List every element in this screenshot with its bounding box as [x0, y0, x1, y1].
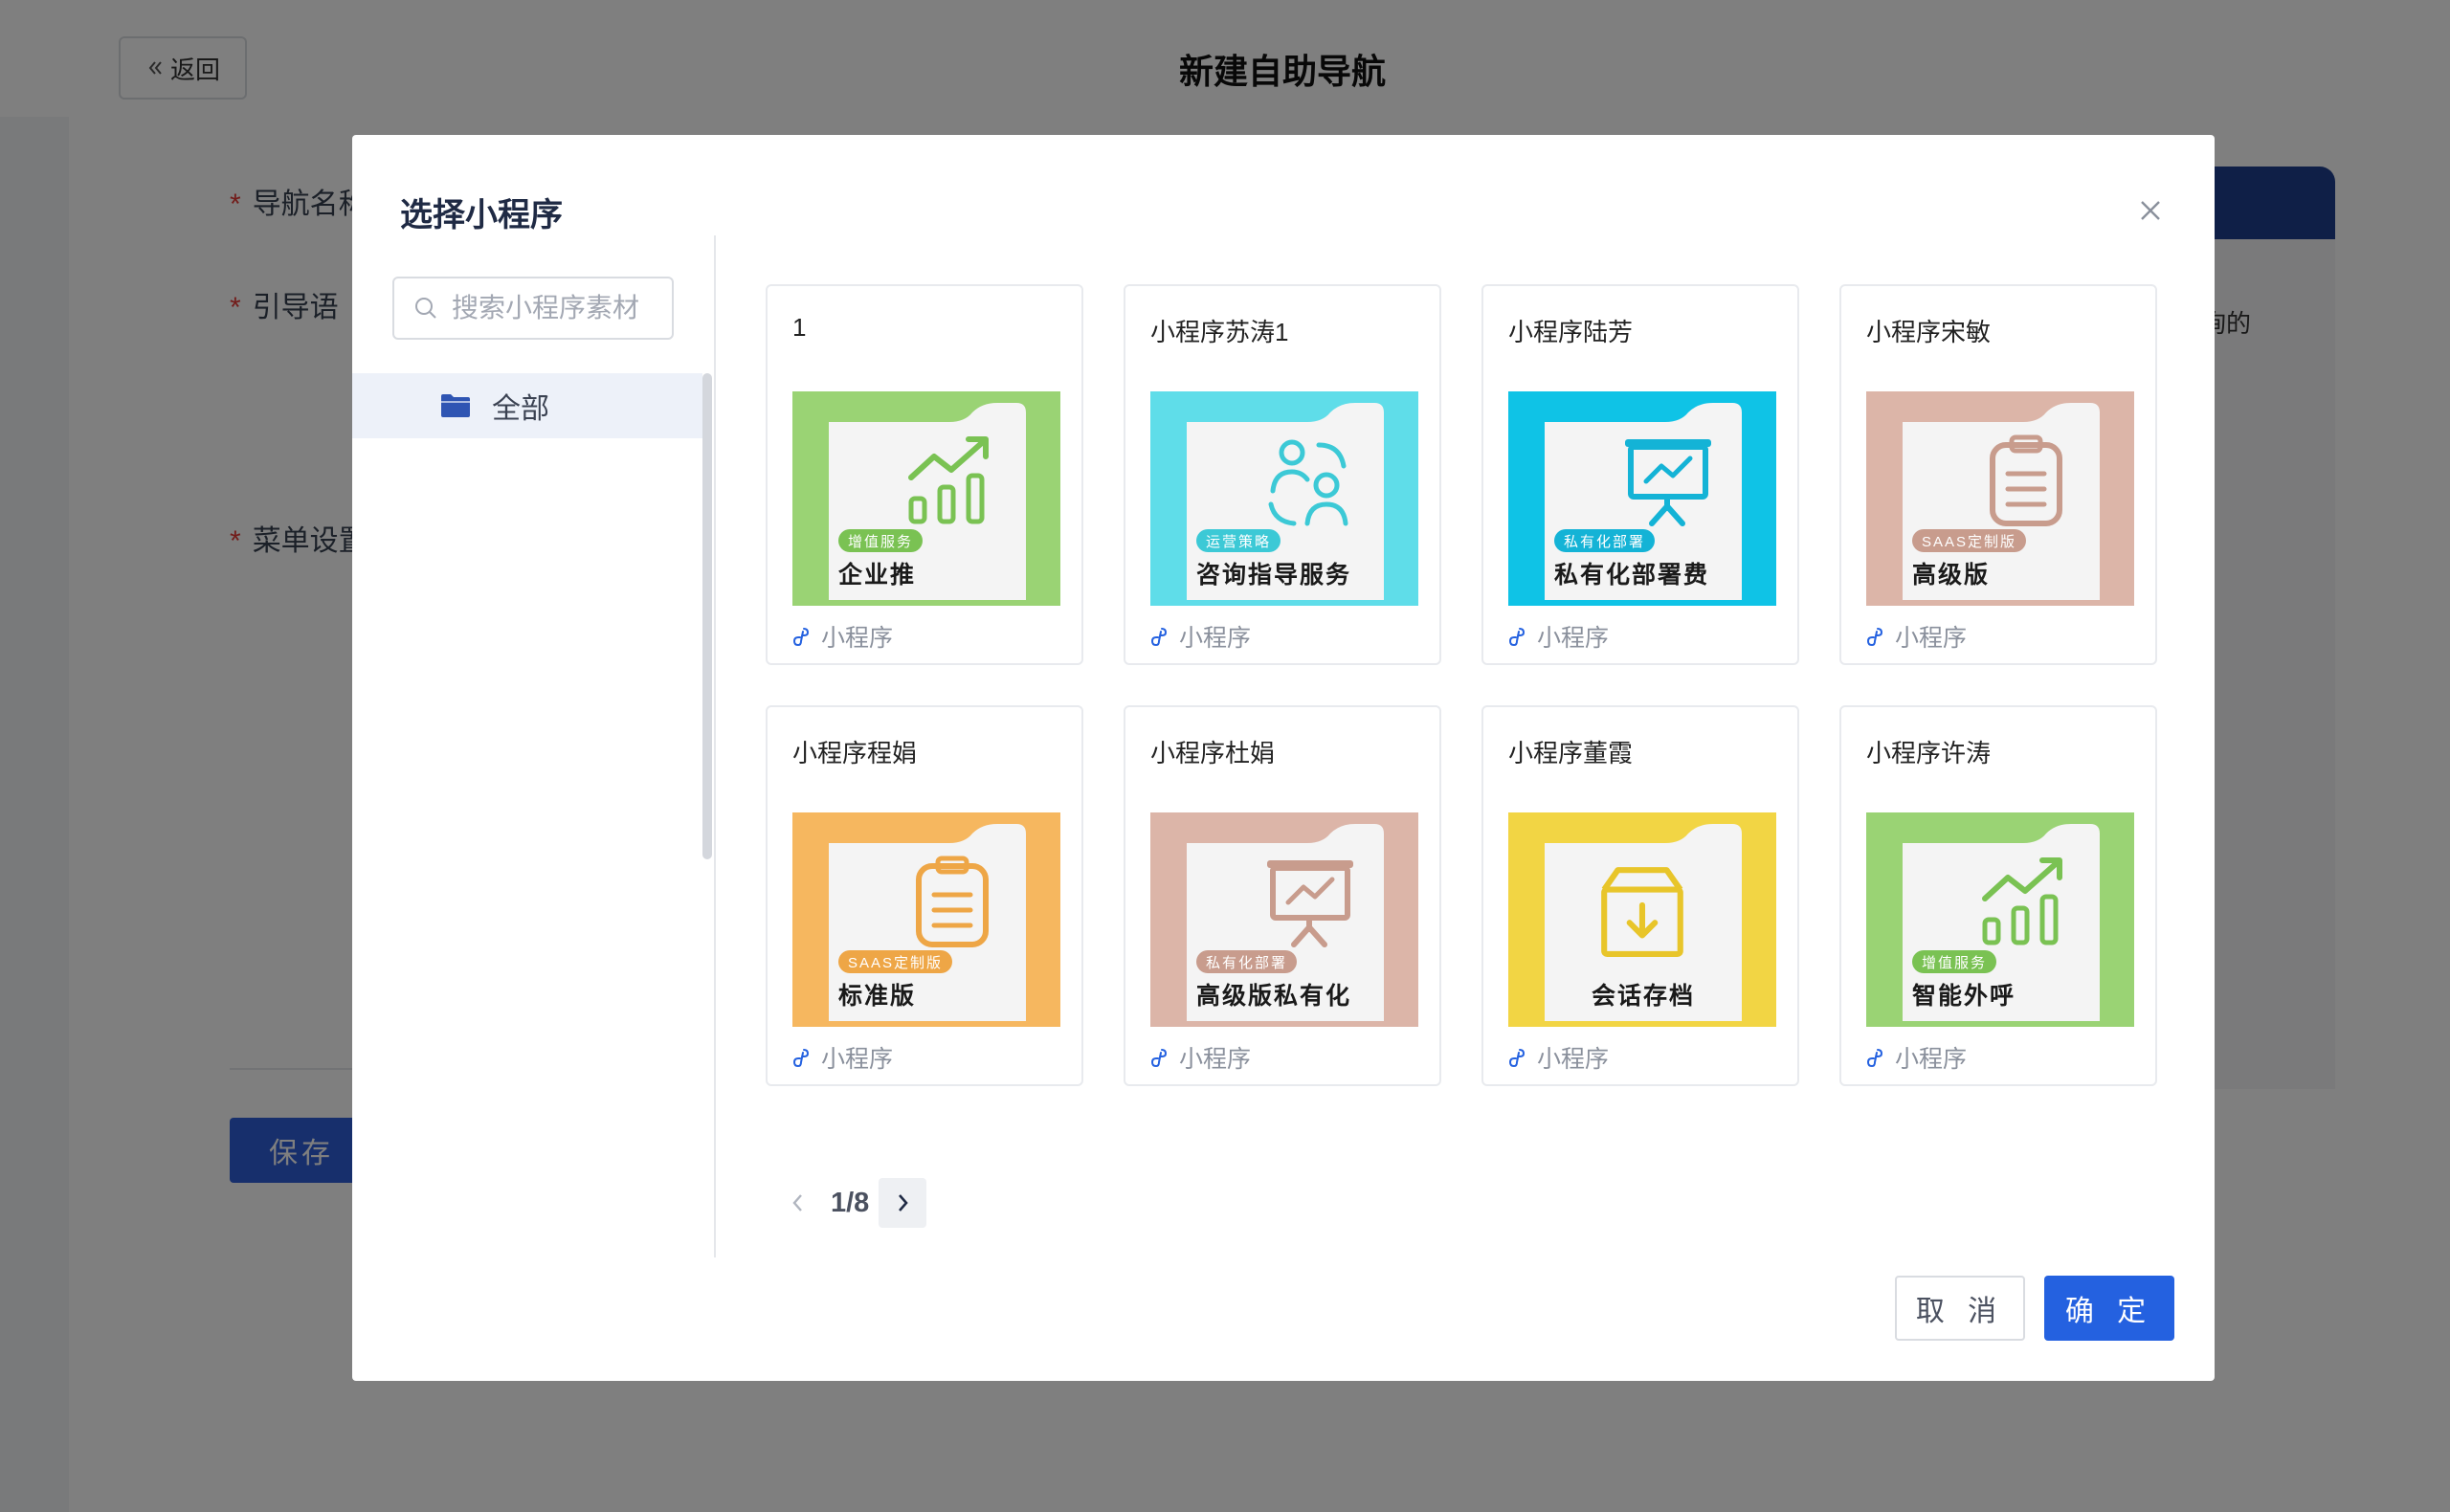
card-type: 小程序 [1150, 619, 1251, 654]
card-thumbnail: SAAS定制版 标准版 [792, 812, 1060, 1027]
close-icon[interactable] [2134, 194, 2167, 227]
card-badge: 增值服务 [1912, 950, 1997, 973]
card-product-name: 高级版私有化 [1196, 983, 1352, 1010]
card-thumbnail: 会话存档 [1508, 812, 1776, 1027]
card-thumbnail: 运营策略 咨询指导服务 [1150, 391, 1418, 606]
miniprogram-card[interactable]: 小程序陆芳 私有化部署 私有化部署费 小程序 [1481, 284, 1799, 665]
link-icon [1150, 1049, 1168, 1068]
miniprogram-card[interactable]: 小程序苏涛1 运营策略 咨询指导服务 小程序 [1124, 284, 1441, 665]
category-label: 全部 [492, 393, 549, 425]
link-icon [1508, 1049, 1526, 1068]
card-thumbnail: 私有化部署 私有化部署费 [1508, 391, 1776, 606]
card-product-name: 企业推 [838, 562, 917, 589]
miniprogram-card[interactable]: 小程序杜娟 私有化部署 高级版私有化 小程序 [1124, 705, 1441, 1086]
presentation-icon [1625, 439, 1711, 526]
card-type-label: 小程序 [1895, 1046, 1968, 1073]
link-icon [1150, 628, 1168, 647]
dialog-title: 选择小程序 [400, 197, 563, 233]
card-title: 小程序宋敏 [1866, 318, 1992, 346]
search-icon [415, 298, 436, 319]
card-type: 小程序 [1508, 619, 1609, 654]
card-type: 小程序 [1866, 1040, 1967, 1075]
card-type: 小程序 [792, 1040, 893, 1075]
miniprogram-card[interactable]: 小程序董霞 会话存档 小程序 [1481, 705, 1799, 1086]
card-badge: 私有化部署 [1554, 529, 1656, 552]
card-type-label: 小程序 [821, 625, 894, 652]
material-search[interactable] [392, 277, 674, 340]
card-type: 小程序 [1150, 1040, 1251, 1075]
miniprogram-card[interactable]: 小程序宋敏 SAAS定制版 高级版 小程序 [1839, 284, 2157, 665]
material-grid: 1 增值服务 企业推 小程序 小程序苏涛1 运营策略 咨询指导服务 小程序 小程… [766, 284, 2157, 1222]
archive-box-icon [1601, 867, 1683, 957]
card-thumbnail: 私有化部署 高级版私有化 [1150, 812, 1418, 1027]
card-product-name: 标准版 [838, 983, 917, 1010]
card-thumbnail: 增值服务 企业推 [792, 391, 1060, 606]
presentation-icon [1267, 860, 1353, 947]
miniprogram-card[interactable]: 小程序程娟 SAAS定制版 标准版 小程序 [766, 705, 1083, 1086]
people-icon [1268, 439, 1348, 526]
chevron-left-icon [792, 1194, 802, 1212]
miniprogram-card[interactable]: 1 增值服务 企业推 小程序 [766, 284, 1083, 665]
link-icon [1866, 1049, 1883, 1068]
link-icon [1508, 628, 1526, 647]
card-type-label: 小程序 [1895, 625, 1968, 652]
link-icon [1866, 628, 1883, 647]
card-badge: SAAS定制版 [1912, 529, 2027, 552]
link-icon [792, 1049, 810, 1068]
card-type: 小程序 [792, 619, 893, 654]
miniprogram-card[interactable]: 小程序许涛 增值服务 智能外呼 小程序 [1839, 705, 2157, 1086]
card-type: 小程序 [1508, 1040, 1609, 1075]
card-title: 小程序程娟 [792, 739, 918, 767]
search-input[interactable] [452, 293, 643, 323]
card-title: 小程序杜娟 [1150, 739, 1276, 767]
clipboard-icon [916, 856, 989, 947]
next-page-button[interactable] [879, 1178, 927, 1228]
card-thumbnail: SAAS定制版 高级版 [1866, 391, 2134, 606]
card-type-label: 小程序 [1179, 1046, 1252, 1073]
card-title: 小程序陆芳 [1508, 318, 1634, 346]
card-product-name: 会话存档 [1591, 983, 1695, 1010]
link-icon [792, 628, 810, 647]
prev-page-button[interactable] [775, 1178, 821, 1228]
confirm-button[interactable]: 确 定 [2044, 1276, 2174, 1341]
chart-growth-icon [1982, 857, 2062, 945]
card-badge: SAAS定制版 [838, 950, 953, 973]
category-item-all[interactable]: 全部 [352, 373, 702, 438]
card-thumbnail: 增值服务 智能外呼 [1866, 812, 2134, 1027]
card-title: 小程序董霞 [1508, 739, 1634, 767]
select-miniprogram-dialog: 选择小程序 全部 1 增值服务 企业推 小程序 小程序苏涛1 [352, 135, 2215, 1381]
card-title: 1 [792, 313, 807, 342]
card-product-name: 咨询指导服务 [1196, 562, 1352, 589]
chevron-right-icon [899, 1194, 909, 1212]
card-badge: 运营策略 [1196, 529, 1281, 552]
card-title: 小程序许涛 [1866, 739, 1992, 767]
card-type-label: 小程序 [821, 1046, 894, 1073]
chart-growth-icon [908, 436, 989, 524]
card-type-label: 小程序 [1537, 1046, 1610, 1073]
card-product-name: 智能外呼 [1912, 983, 2016, 1010]
folder-icon [441, 394, 470, 417]
pagination: 1/8 [775, 1178, 927, 1228]
card-product-name: 高级版 [1912, 562, 1991, 589]
cancel-button[interactable]: 取 消 [1895, 1276, 2025, 1341]
card-type: 小程序 [1866, 619, 1967, 654]
page-indicator: 1/8 [831, 1187, 870, 1218]
card-badge: 增值服务 [838, 529, 924, 552]
sidebar-divider [714, 235, 716, 1257]
card-product-name: 私有化部署费 [1554, 562, 1710, 589]
card-type-label: 小程序 [1537, 625, 1610, 652]
clipboard-icon [1990, 434, 2062, 526]
card-type-label: 小程序 [1179, 625, 1252, 652]
sidebar-scrollbar[interactable] [702, 373, 712, 859]
card-title: 小程序苏涛1 [1150, 318, 1289, 346]
card-badge: 私有化部署 [1196, 950, 1298, 973]
